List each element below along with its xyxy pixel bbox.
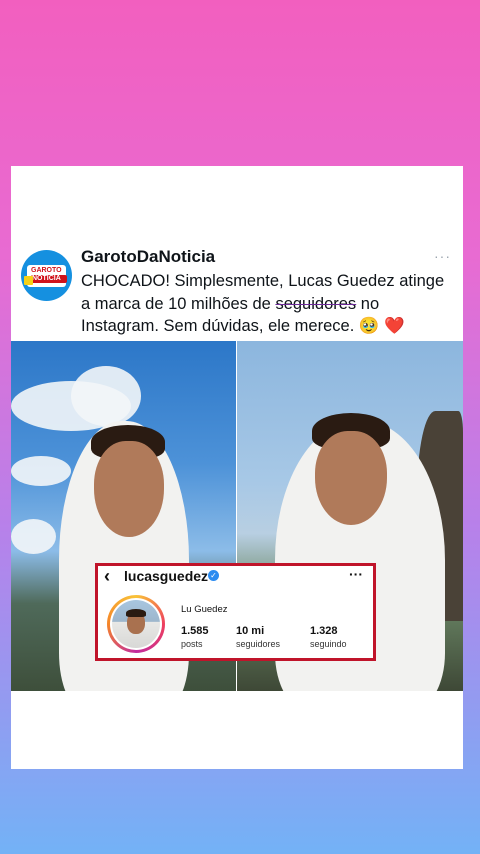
tweet-strike-word: seguidores bbox=[275, 294, 357, 313]
stat-following-label: seguindo bbox=[310, 639, 347, 649]
instagram-display-name: Lu Guedez bbox=[181, 604, 228, 615]
more-options-icon[interactable]: ··· bbox=[434, 248, 451, 264]
instagram-profile-highlight: ‹ lucasguedez ✓ ··· Lu Guedez 1.585 post… bbox=[95, 563, 376, 661]
tweet-text-part: CHOCADO! Simplesmente, Lucas Guedez atin… bbox=[81, 272, 445, 313]
logo-square-icon bbox=[24, 276, 33, 285]
tweet-text: CHOCADO! Simplesmente, Lucas Guedez atin… bbox=[81, 270, 453, 338]
profile-photo bbox=[112, 600, 160, 648]
author-avatar[interactable]: GAROTO NOTICIA bbox=[21, 250, 72, 301]
back-icon[interactable]: ‹ bbox=[104, 566, 110, 587]
stat-posts-label: posts bbox=[181, 639, 203, 649]
author-name[interactable]: GarotoDaNoticia bbox=[81, 247, 215, 267]
stat-followers-label: seguidores bbox=[236, 639, 281, 649]
verified-badge-icon: ✓ bbox=[208, 570, 219, 581]
stat-posts-value[interactable]: 1.585 bbox=[181, 625, 209, 637]
stat-following-value[interactable]: 1.328 bbox=[310, 625, 338, 637]
red-heart-icon: ❤️ bbox=[384, 317, 405, 335]
pleading-face-icon: 🥹 bbox=[358, 317, 380, 335]
stat-followers-value[interactable]: 10 mi bbox=[236, 625, 264, 637]
instagram-more-icon[interactable]: ··· bbox=[349, 566, 363, 582]
instagram-username: lucasguedez bbox=[124, 568, 209, 584]
instagram-avatar[interactable] bbox=[107, 595, 165, 653]
